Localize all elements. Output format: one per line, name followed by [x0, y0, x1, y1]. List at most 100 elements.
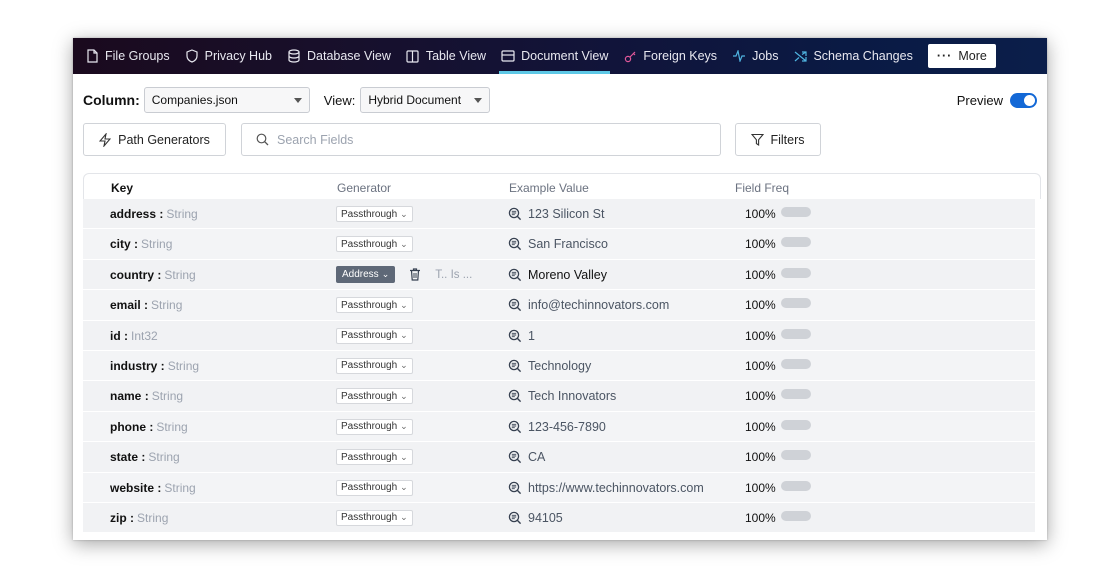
path-generators-button[interactable]: Path Generators: [83, 123, 226, 156]
freq-cell: 100%: [745, 260, 811, 290]
inspect-icon[interactable]: [508, 511, 522, 525]
example-cell: info@techinnovators.com: [508, 290, 669, 320]
table-row[interactable]: id : Int32 Passthrough ⌄ 1 100%: [83, 320, 1035, 351]
inspect-icon[interactable]: [508, 359, 522, 373]
chevron-down-icon: ⌄: [400, 238, 408, 249]
truncated-options[interactable]: T.. Is ...: [435, 269, 472, 281]
freq-bar: [780, 207, 811, 217]
nav-foreign-keys[interactable]: Foreign Keys: [623, 38, 717, 74]
generator-cell: Passthrough ⌄: [336, 442, 413, 472]
key-separator: :: [154, 480, 162, 495]
database-icon: [287, 49, 301, 63]
column-label: Column:: [83, 92, 140, 108]
nav-schema-changes[interactable]: Schema Changes: [793, 38, 913, 74]
generator-value: Passthrough: [341, 421, 398, 433]
key-name: phone: [110, 419, 146, 434]
path-generators-label: Path Generators: [118, 132, 210, 147]
generator-value: Passthrough: [341, 512, 398, 524]
inspect-icon[interactable]: [508, 420, 522, 434]
column-select[interactable]: Companies.json: [143, 87, 310, 113]
column-select-value: Companies.json: [151, 93, 238, 107]
generator-select[interactable]: Passthrough ⌄: [336, 206, 413, 222]
generator-cell: Address ⌄ T.. Is ...: [336, 260, 472, 290]
generator-select[interactable]: Passthrough ⌄: [336, 327, 413, 344]
search-input[interactable]: [277, 132, 677, 147]
freq-value: 100%: [745, 267, 776, 282]
inspect-icon[interactable]: [508, 298, 522, 312]
generator-select[interactable]: Passthrough ⌄: [336, 357, 413, 374]
key-type: String: [141, 237, 173, 252]
generator-select[interactable]: Passthrough ⌄: [336, 418, 413, 435]
key-type: String: [148, 450, 180, 465]
key-type: String: [167, 358, 200, 373]
freq-value: 100%: [745, 480, 776, 495]
filters-button[interactable]: Filters: [735, 123, 821, 156]
table-row[interactable]: website : String Passthrough ⌄ https://www.t…: [83, 472, 1035, 503]
key-type: String: [164, 480, 196, 495]
key-separator: :: [138, 450, 146, 465]
example-value: Technology: [528, 358, 592, 373]
example-value: 1: [528, 328, 535, 343]
table-row[interactable]: zip : String Passthrough ⌄ 94105 100%: [83, 502, 1035, 534]
generator-cell: Passthrough ⌄: [336, 473, 413, 503]
nav-label: Document View: [521, 49, 609, 63]
trash-icon[interactable]: [409, 268, 421, 281]
table-row[interactable]: email : String Passthrough ⌄ info@techinnova…: [83, 290, 1035, 321]
freq-bar: [780, 480, 811, 491]
generator-value: Passthrough: [341, 238, 398, 250]
key-cell: zip : String: [110, 503, 168, 533]
nav-document-view[interactable]: Document View: [499, 38, 611, 74]
generator-select[interactable]: Address ⌄: [336, 266, 396, 284]
search-box[interactable]: [241, 123, 721, 156]
key-name: website: [110, 480, 155, 495]
view-select[interactable]: Hybrid Document: [360, 87, 491, 113]
generator-select[interactable]: Passthrough ⌄: [336, 509, 413, 526]
inspect-icon[interactable]: [508, 268, 522, 282]
nav-privacy-hub[interactable]: Privacy Hub: [185, 38, 272, 74]
example-value: https://www.techinnovators.com: [528, 480, 704, 495]
inspect-icon[interactable]: [508, 389, 522, 403]
table-row[interactable]: state : String Passthrough ⌄ CA 100%: [83, 442, 1035, 473]
nav-database-view[interactable]: Database View: [287, 38, 391, 74]
nav-table-view[interactable]: Table View: [406, 38, 486, 74]
generator-cell: Passthrough ⌄: [336, 381, 413, 411]
example-value: 123-456-7890: [528, 419, 606, 434]
more-label: More: [958, 49, 987, 63]
generator-cell: Passthrough ⌄: [336, 503, 413, 533]
freq-cell: 100%: [745, 442, 811, 472]
activity-icon: [732, 49, 746, 63]
generator-select[interactable]: Passthrough ⌄: [336, 388, 413, 405]
inspect-icon[interactable]: [508, 237, 522, 251]
preview-label: Preview: [956, 92, 1003, 108]
inspect-icon[interactable]: [508, 481, 522, 495]
key-cell: email : String: [110, 290, 182, 320]
nav-label: Jobs: [752, 49, 779, 63]
freq-bar: [780, 298, 811, 309]
key-name: industry: [110, 358, 158, 373]
inspect-icon[interactable]: [508, 450, 522, 464]
caret-down-icon: [474, 97, 483, 103]
example-cell: 1: [508, 321, 535, 351]
generator-select[interactable]: Passthrough ⌄: [336, 297, 413, 314]
freq-value: 100%: [745, 328, 776, 343]
table-row[interactable]: address : String Passthrough ⌄ 123 Silicon S…: [83, 199, 1035, 230]
table-row[interactable]: phone : String Passthrough ⌄ 123-456-7890 100…: [83, 411, 1035, 443]
generator-select[interactable]: Passthrough ⌄: [336, 479, 413, 496]
nav-jobs[interactable]: Jobs: [732, 38, 778, 74]
more-button[interactable]: ··· More: [927, 44, 996, 68]
preview-toggle[interactable]: [1010, 92, 1037, 108]
table-row[interactable]: city : String Passthrough ⌄ San Francisco 100…: [83, 229, 1035, 260]
example-value: 123 Silicon St: [528, 207, 605, 221]
nav-file-groups[interactable]: File Groups: [85, 38, 170, 74]
key-cell: state : String: [110, 442, 180, 472]
inspect-icon[interactable]: [508, 329, 522, 343]
table-row[interactable]: country : String Address ⌄ T.. Is ... Moreno …: [83, 259, 1035, 291]
table-row[interactable]: industry : String Passthrough ⌄ Technology 10…: [83, 350, 1035, 382]
generator-select[interactable]: Passthrough ⌄: [336, 449, 413, 466]
inspect-icon[interactable]: [508, 207, 522, 221]
generator-select[interactable]: Passthrough ⌄: [336, 236, 413, 253]
table-row[interactable]: name : String Passthrough ⌄ Tech Innovators 1…: [83, 381, 1035, 412]
header-example-value: Example Value: [509, 181, 589, 195]
generator-cell: Passthrough ⌄: [336, 351, 413, 381]
key-separator: :: [146, 419, 154, 434]
